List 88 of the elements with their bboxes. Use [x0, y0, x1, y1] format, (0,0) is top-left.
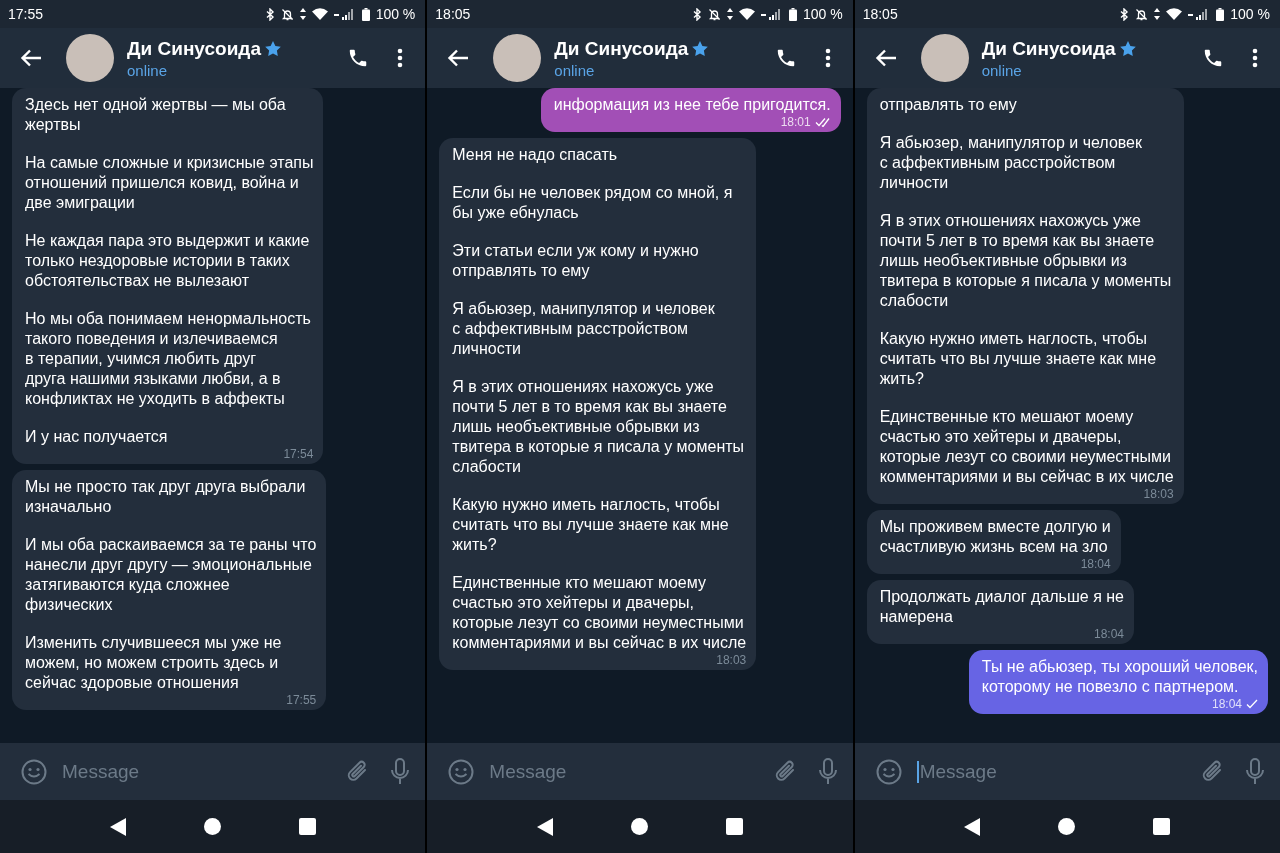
message-time: 18:03: [1143, 487, 1174, 501]
nav-recents-button[interactable]: [1153, 818, 1171, 835]
back-button[interactable]: [20, 49, 42, 67]
signal-icon: [760, 8, 783, 20]
message-text: Единственные кто мешают моему счастью это хейтеры и двачеры, которые лезут со своими неуместными комментариями и вы сейчас в их числе: [879, 407, 1174, 487]
message-text: Я в этих отношениях нахожусь уже почти 5 лет в то время как вы знаете лишь необъективные обрывки из твитера в которые я писала у моменты слабости: [452, 377, 746, 477]
contact-status: online: [981, 61, 1022, 79]
message-text: Единственные кто мешают моему счастью это хейтеры и двачеры, которые лезут со своими неуместными комментариями и вы сейчас в их числе: [452, 573, 747, 653]
message-text: Если бы не человек рядом со мной, я бы уже ебнулась: [452, 183, 734, 223]
message-text: И у нас получается: [25, 427, 169, 447]
message-input[interactable]: Message: [489, 760, 759, 783]
message-text: информация из нее тебе пригодится.: [553, 95, 831, 115]
emoji-button[interactable]: [21, 758, 47, 785]
more-button[interactable]: [397, 48, 404, 68]
back-button[interactable]: [447, 49, 470, 67]
avatar-placeholder[interactable]: [493, 34, 542, 82]
microphone-button[interactable]: [390, 757, 411, 786]
message-text: Я абьюзер, манипулятор и человек с аффективным расстройством личности: [452, 299, 716, 359]
nav-recents-button[interactable]: [298, 818, 316, 835]
contact-name: Ди Синусоида: [981, 37, 1116, 60]
bluetooth-icon: [1120, 7, 1130, 21]
bell-off-icon: [1135, 7, 1149, 21]
status-time: 17:55: [8, 6, 44, 22]
wifi-icon: [738, 8, 755, 20]
message-text: Какую нужно иметь наглость, чтобы считать что вы лучше знаете как мне жить?: [879, 329, 1158, 389]
message-time: 17:55: [286, 693, 317, 707]
contact-name: Ди Синусоида: [554, 37, 689, 60]
message-text: Эти статьи если уж кому и нужно отправлять то ему: [452, 241, 700, 281]
bell-off-icon: [280, 7, 294, 21]
message-text: На самые сложные и кризисные этапы отношений пришелся ковид, война и две эмиграции: [25, 153, 314, 213]
status-time: 18:05: [862, 6, 898, 22]
bluetooth-icon: [692, 7, 702, 21]
message-text: Здесь нет одной жертвы — мы оба жертвы: [25, 95, 287, 135]
microphone-button[interactable]: [1245, 757, 1265, 786]
message-input[interactable]: Message: [919, 760, 1186, 783]
message-text: И мы оба раскаиваемся за те раны что нанесли друг другу — эмоциональные затягиваются куда сложнее физических: [25, 535, 317, 615]
message-time: 18:04: [1211, 697, 1242, 711]
message-time: 18:01: [780, 115, 811, 129]
message-text: Продолжать диалог дальше я не намерена: [879, 587, 1124, 627]
avatar-placeholder[interactable]: [66, 34, 114, 82]
data-arrows-icon: [1154, 8, 1161, 20]
message-time: 18:04: [1093, 627, 1124, 641]
more-button[interactable]: [824, 48, 831, 68]
nav-back-button[interactable]: [109, 817, 126, 836]
battery-icon: [361, 7, 370, 21]
microphone-button[interactable]: [817, 757, 838, 786]
message-text: Но мы оба понимаем ненормальность такого поведения и излечиваемся в терапии, учимся любить друг друга нашими языками любви, а в конфликтах не уходить в аффекты: [25, 309, 312, 409]
bluetooth-icon: [265, 7, 275, 21]
message-text: Какую нужно иметь наглость, чтобы считать что вы лучше знаете как мне жить?: [452, 495, 730, 555]
nav-back-button[interactable]: [537, 817, 553, 836]
battery-icon: [1216, 7, 1225, 21]
back-button[interactable]: [874, 49, 897, 67]
message-text: Я абьюзер, манипулятор и человек с аффективным расстройством личности: [879, 133, 1143, 193]
message-text: Мы проживем вместе долгую и счастливую жизнь всем на зло: [879, 517, 1111, 557]
signal-icon: [333, 8, 356, 20]
emoji-button[interactable]: [875, 758, 902, 785]
wifi-icon: [1166, 8, 1183, 20]
message-text: Не каждая пара это выдержит и какие только нездоровые истории в таких обстоятельствах не вылезают: [25, 231, 311, 291]
message-text: Ты не абьюзер, ты хороший человек, которому не повезло с партнером.: [981, 657, 1258, 697]
call-button[interactable]: [1202, 47, 1224, 69]
battery-percent: 100 %: [1230, 6, 1270, 22]
message-time: 18:03: [716, 653, 747, 667]
message-text: Изменить случившееся мы уже не можем, но можем строить здесь и сейчас здоровые отношения: [25, 633, 283, 693]
contact-status: online: [127, 61, 168, 79]
contact-status: online: [554, 61, 595, 79]
message-text: Я в этих отношениях нахожусь уже почти 5 лет в то время как вы знаете лишь необъективные обрывки из твитера в которые я писала у моменты слабости: [879, 211, 1173, 311]
nav-home-button[interactable]: [203, 818, 221, 835]
message-text: Мы не просто так друг друга выбрали изначально: [25, 477, 307, 517]
battery-icon: [788, 7, 797, 21]
nav-home-button[interactable]: [1058, 818, 1076, 835]
status-time: 18:05: [435, 6, 471, 22]
wifi-icon: [311, 8, 328, 20]
battery-percent: 100 %: [375, 6, 416, 22]
data-arrows-icon: [299, 8, 306, 20]
emoji-button[interactable]: [448, 758, 475, 785]
nav-home-button[interactable]: [631, 818, 648, 835]
more-button[interactable]: [1252, 48, 1258, 68]
message-text: Меня не надо спасать: [452, 145, 619, 165]
message-text: отправлять то ему: [879, 95, 1018, 115]
battery-percent: 100 %: [802, 6, 843, 22]
message-input[interactable]: Message: [62, 760, 332, 783]
message-time: 17:54: [283, 447, 314, 461]
message-time: 18:04: [1080, 557, 1111, 571]
avatar-placeholder[interactable]: [920, 34, 969, 82]
bell-off-icon: [707, 7, 721, 21]
data-arrows-icon: [726, 8, 733, 20]
nav-back-button[interactable]: [964, 817, 981, 836]
contact-name: Ди Синусоида: [127, 37, 261, 60]
